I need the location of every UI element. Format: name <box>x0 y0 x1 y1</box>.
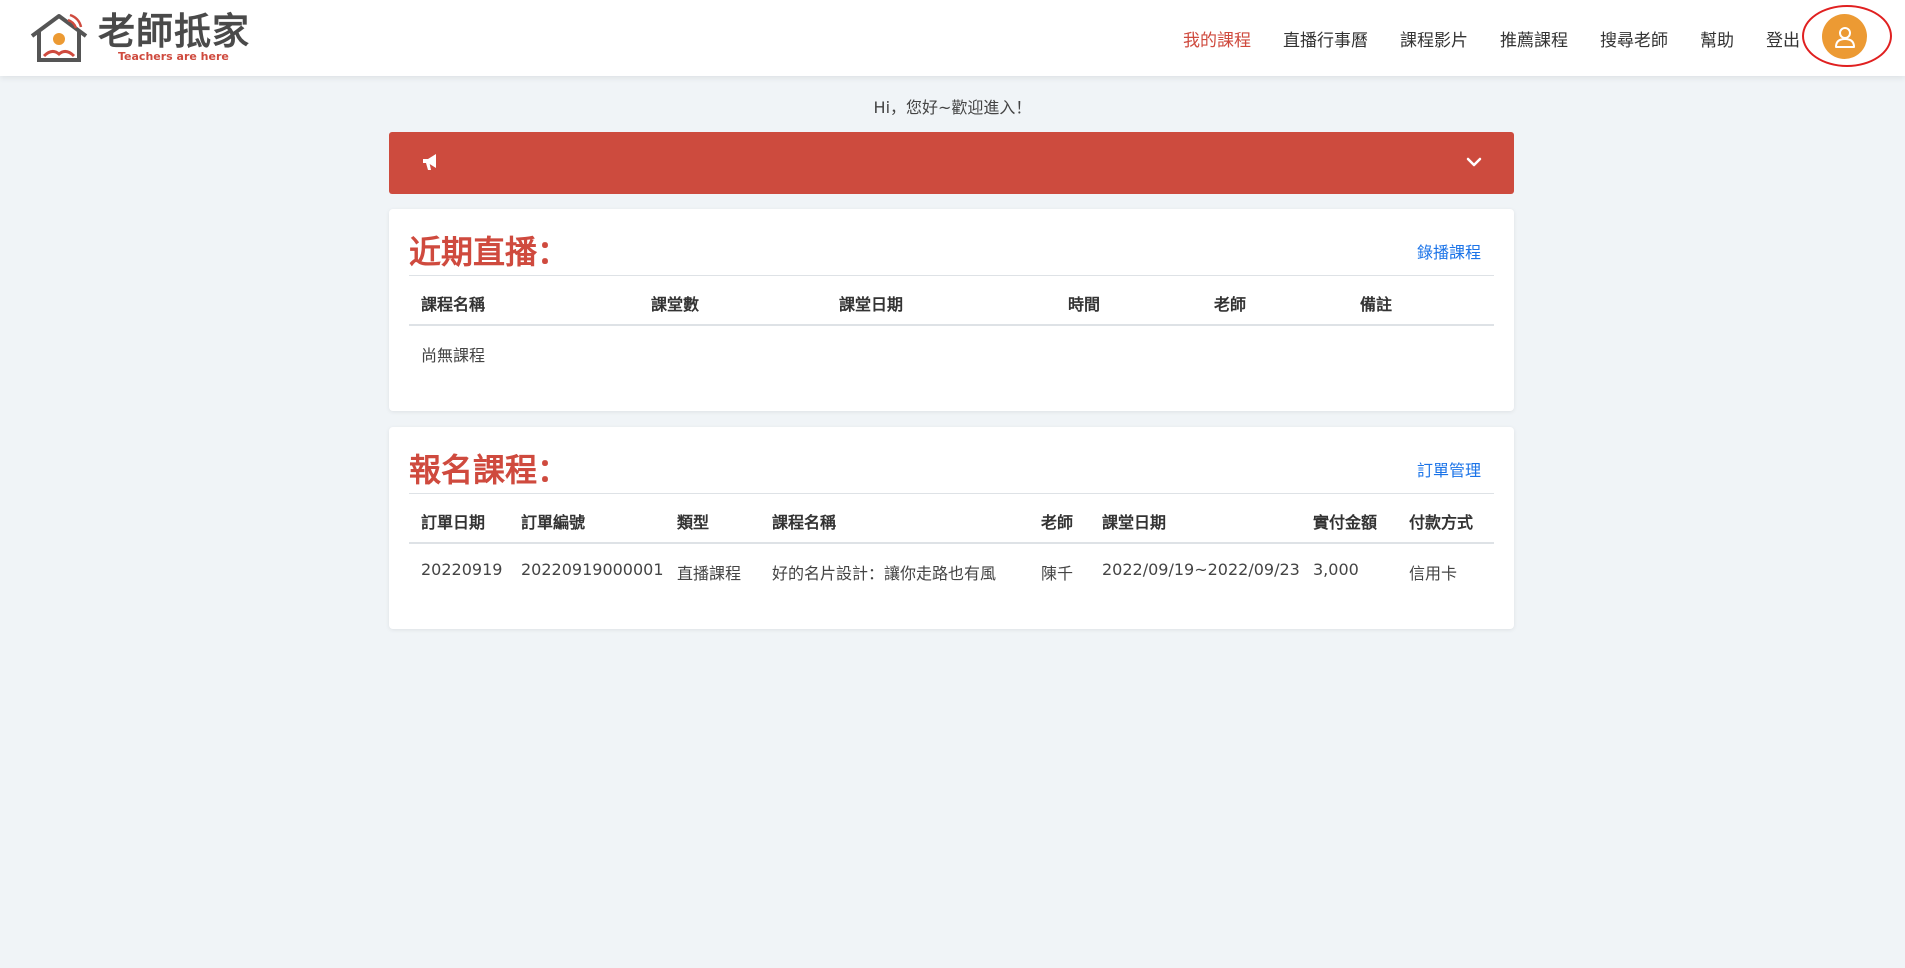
cell-type: 直播課程 <box>677 564 742 583</box>
megaphone-icon <box>423 154 436 170</box>
avatar[interactable] <box>1822 14 1867 59</box>
nav-course-videos[interactable]: 課程影片 <box>1400 26 1468 51</box>
cell-amount-paid: 3,000 <box>1313 560 1359 579</box>
recent-live-table: 課程名稱 課堂數 課堂日期 時間 老師 備註 尚無課程 <box>409 275 1494 378</box>
col-time: 時間 <box>1068 295 1101 314</box>
nav-search-teachers[interactable]: 搜尋老師 <box>1600 26 1668 51</box>
col-notes: 備註 <box>1360 295 1393 314</box>
col-course-name: 課程名稱 <box>772 513 837 532</box>
recorded-courses-link[interactable]: 錄播課程 <box>1417 239 1481 263</box>
cell-payment-method: 信用卡 <box>1409 564 1458 583</box>
table-header: 訂單日期 訂單編號 類型 課程名稱 老師 課堂日期 實付金額 付款方式 <box>409 494 1494 544</box>
cell-teacher: 陳千 <box>1041 564 1074 583</box>
logo-title: 老師抵家 <box>98 10 250 53</box>
col-order-number: 訂單編號 <box>521 513 586 532</box>
top-header: 老師抵家 Teachers are here 我的課程 直播行事曆 課程影片 推… <box>0 0 1905 76</box>
col-teacher: 老師 <box>1041 513 1074 532</box>
user-icon <box>1834 26 1855 48</box>
col-course-name: 課程名稱 <box>421 295 486 314</box>
cell-session-date: 2022/09/19~2022/09/23 <box>1102 560 1300 579</box>
site-logo[interactable]: 老師抵家 Teachers are here <box>28 10 249 66</box>
welcome-greeting: Hi，您好~歡迎進入！ <box>873 98 1032 117</box>
col-type: 類型 <box>677 513 710 532</box>
col-session-date: 課堂日期 <box>839 295 904 314</box>
recent-live-card: 近期直播： 錄播課程 課程名稱 課堂數 課堂日期 時間 老師 備註 尚無課程 <box>389 209 1514 411</box>
announcement-banner[interactable] <box>389 132 1514 194</box>
col-session-date: 課堂日期 <box>1102 513 1167 532</box>
col-teacher: 老師 <box>1214 295 1247 314</box>
order-management-link[interactable]: 訂單管理 <box>1417 457 1481 481</box>
table-header: 課程名稱 課堂數 課堂日期 時間 老師 備註 <box>409 276 1494 326</box>
cell-order-date: 20220919 <box>421 560 503 579</box>
empty-message: 尚無課程 <box>421 346 486 365</box>
col-session-count: 課堂數 <box>651 295 700 314</box>
cell-order-number: 20220919000001 <box>521 560 664 579</box>
nav-live-calendar[interactable]: 直播行事曆 <box>1283 26 1368 51</box>
col-payment-method: 付款方式 <box>1409 513 1474 532</box>
nav-my-courses[interactable]: 我的課程 <box>1183 26 1251 51</box>
nav-help[interactable]: 幫助 <box>1700 26 1734 51</box>
logo-subtitle: Teachers are here <box>118 50 229 63</box>
table-row[interactable]: 20220919 20220919000001 直播課程 好的名片設計：讓你走路… <box>409 544 1494 596</box>
table-row: 尚無課程 <box>409 326 1494 378</box>
nav-recommended-courses[interactable]: 推薦課程 <box>1500 26 1568 51</box>
enrolled-courses-title: 報名課程： <box>409 451 570 489</box>
cell-course-name: 好的名片設計：讓你走路也有風 <box>772 564 997 583</box>
main-nav: 我的課程 直播行事曆 課程影片 推薦課程 搜尋老師 幫助 登出 <box>1183 24 1800 52</box>
house-book-icon <box>30 13 88 62</box>
col-amount-paid: 實付金額 <box>1313 513 1378 532</box>
enrolled-courses-card: 報名課程： 訂單管理 訂單日期 訂單編號 類型 課程名稱 老師 課堂日期 實付金… <box>389 427 1514 629</box>
recent-live-title: 近期直播： <box>409 233 570 271</box>
enrolled-courses-table: 訂單日期 訂單編號 類型 課程名稱 老師 課堂日期 實付金額 付款方式 2022… <box>409 493 1494 596</box>
nav-logout[interactable]: 登出 <box>1766 26 1800 51</box>
col-order-date: 訂單日期 <box>421 513 486 532</box>
chevron-down-icon[interactable] <box>1466 156 1482 168</box>
